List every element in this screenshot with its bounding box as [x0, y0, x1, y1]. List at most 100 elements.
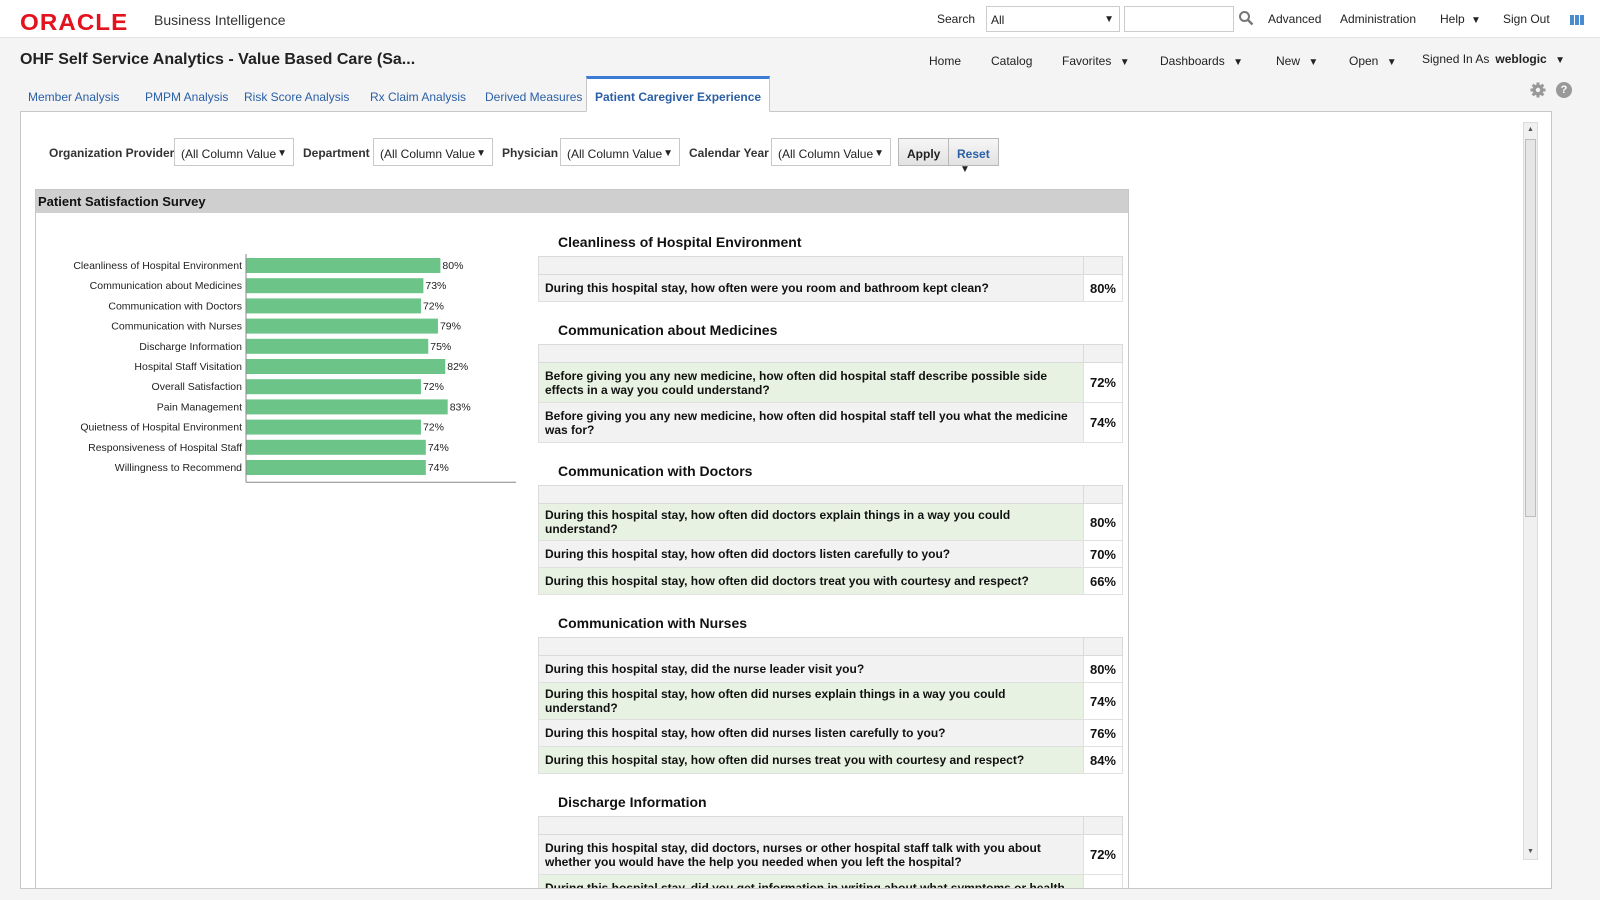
tab-derived-measures[interactable]: Derived Measures — [477, 76, 590, 112]
score-cell: 66% — [1082, 567, 1124, 595]
chevron-down-icon: ▼ — [874, 148, 884, 159]
favorites-label: Favorites — [1062, 54, 1112, 68]
home-link[interactable]: Home — [929, 54, 961, 68]
question-cell: Before giving you any new medicine, how … — [538, 402, 1084, 443]
table-header-row — [538, 637, 1124, 656]
org-provider-select[interactable]: (All Column Value ▼ — [174, 138, 294, 166]
table-row: During this hospital stay, how often did… — [538, 503, 1124, 541]
scrollbar-thumb[interactable] — [1525, 139, 1536, 517]
section-title: Discharge Information — [558, 794, 707, 810]
table-row: During this hospital stay, how often wer… — [538, 274, 1124, 302]
bi-apps-icon[interactable] — [1570, 12, 1588, 25]
bar[interactable] — [246, 338, 429, 354]
department-value: (All Column Value — [380, 147, 476, 161]
physician-select[interactable]: (All Column Value ▼ — [560, 138, 680, 166]
tab-risk-score-analysis[interactable]: Risk Score Analysis — [236, 76, 357, 112]
gear-icon[interactable] — [1530, 82, 1546, 98]
reset-button[interactable]: Reset ▼ — [948, 138, 999, 175]
question-table: During this hospital stay, did the nurse… — [538, 637, 1124, 774]
search-input[interactable] — [1124, 6, 1234, 32]
score-cell: 76% — [1082, 719, 1124, 747]
table-row: During this hospital stay, did the nurse… — [538, 655, 1124, 683]
search-scope-select[interactable]: All ▼ — [986, 6, 1120, 32]
tab-pmpm-analysis[interactable]: PMPM Analysis — [137, 76, 236, 112]
bar[interactable] — [246, 379, 421, 395]
panel-title: Patient Satisfaction Survey — [36, 190, 1128, 213]
bar[interactable] — [246, 460, 426, 475]
calendar-year-select[interactable]: (All Column Value ▼ — [771, 138, 891, 166]
help-icon[interactable]: ? — [1556, 82, 1572, 98]
bar-chart-svg: Cleanliness of Hospital Environment 80% Co… — [73, 254, 516, 483]
bar[interactable] — [246, 318, 438, 334]
section-title: Cleanliness of Hospital Environment — [558, 234, 802, 250]
product-name: Business Intelligence — [154, 12, 286, 28]
data-label: 74% — [428, 442, 449, 454]
sign-out-link[interactable]: Sign Out — [1503, 12, 1550, 26]
question-cell: Before giving you any new medicine, how … — [538, 362, 1084, 403]
oracle-logo: ORACLE — [20, 9, 129, 35]
question-table: During this hospital stay, did doctors, … — [538, 816, 1124, 888]
dashboard-page: Organization Provider (All Column Value … — [20, 111, 1552, 889]
bar[interactable] — [246, 298, 421, 314]
data-label: 72% — [423, 381, 444, 393]
tab-rx-claim-analysis[interactable]: Rx Claim Analysis — [362, 76, 474, 112]
physician-value: (All Column Value — [567, 147, 663, 161]
satisfaction-bar-chart: Cleanliness of Hospital Environment 80% Co… — [36, 214, 536, 514]
administration-link[interactable]: Administration — [1340, 12, 1416, 26]
category-label: Pain Management — [157, 401, 242, 413]
tab-patient-caregiver-experience[interactable]: Patient Caregiver Experience — [586, 76, 771, 112]
bar[interactable] — [246, 419, 421, 435]
tab-member-analysis[interactable]: Member Analysis — [20, 76, 127, 112]
bar[interactable] — [246, 278, 424, 294]
bar[interactable] — [246, 258, 441, 273]
search-icon[interactable] — [1238, 10, 1254, 26]
dashboards-menu[interactable]: Dashboards ▼ — [1160, 54, 1243, 68]
score-cell: 74% — [1082, 682, 1124, 720]
data-label: 80% — [442, 260, 463, 272]
header-cell — [1082, 637, 1124, 656]
data-label: 72% — [423, 300, 444, 312]
header-cell — [538, 485, 1084, 504]
category-label: Communication with Doctors — [108, 300, 242, 312]
question-cell: During this hospital stay, did you get i… — [538, 874, 1084, 888]
survey-panel: Patient Satisfaction Survey Cleanliness … — [35, 189, 1129, 888]
table-header-row — [538, 816, 1124, 835]
score-cell: 80% — [1082, 503, 1124, 541]
question-table: During this hospital stay, how often wer… — [538, 256, 1124, 302]
category-label: Hospital Staff Visitation — [134, 361, 242, 373]
top-bar: ORACLE Business Intelligence Search All … — [0, 0, 1600, 38]
question-table: Before giving you any new medicine, how … — [538, 344, 1124, 443]
bar[interactable] — [246, 359, 446, 374]
calendar-year-label: Calendar Year — [689, 146, 769, 160]
survey-question-tables: Cleanliness of Hospital Environment Durin… — [538, 214, 1124, 888]
question-cell: During this hospital stay, how often did… — [538, 719, 1084, 747]
chevron-down-icon: ▼ — [277, 148, 287, 159]
advanced-link[interactable]: Advanced — [1268, 12, 1321, 26]
vertical-scrollbar[interactable]: ▲ ▼ — [1523, 122, 1538, 860]
category-label: Quietness of Hospital Environment — [80, 422, 242, 434]
bar[interactable] — [246, 439, 426, 455]
scroll-down-icon[interactable]: ▼ — [1524, 845, 1537, 859]
scroll-up-icon[interactable]: ▲ — [1524, 123, 1537, 137]
help-menu[interactable]: Help ▼ — [1440, 12, 1481, 26]
chevron-down-icon: ▼ — [1119, 57, 1130, 68]
table-row: Before giving you any new medicine, how … — [538, 362, 1124, 403]
data-label: 74% — [428, 462, 449, 474]
category-label: Cleanliness of Hospital Environment — [73, 260, 242, 272]
open-menu[interactable]: Open ▼ — [1349, 54, 1397, 68]
question-cell: During this hospital stay, how often did… — [538, 682, 1084, 720]
catalog-link[interactable]: Catalog — [991, 54, 1032, 68]
new-menu[interactable]: New ▼ — [1276, 54, 1318, 68]
department-select[interactable]: (All Column Value ▼ — [373, 138, 493, 166]
chevron-down-icon: ▼ — [1471, 15, 1481, 26]
apply-button[interactable]: Apply — [898, 138, 950, 166]
header-cell — [538, 256, 1084, 275]
chevron-down-icon: ▼ — [1308, 57, 1319, 68]
favorites-menu[interactable]: Favorites ▼ — [1062, 54, 1130, 68]
signed-in-menu[interactable]: Signed In As weblogic ▼ — [1422, 52, 1565, 66]
bar[interactable] — [246, 399, 448, 415]
reset-label: Reset — [957, 147, 990, 161]
header-cell — [1082, 256, 1124, 275]
header-cell — [1082, 344, 1124, 363]
score-cell: 80% — [1082, 655, 1124, 683]
